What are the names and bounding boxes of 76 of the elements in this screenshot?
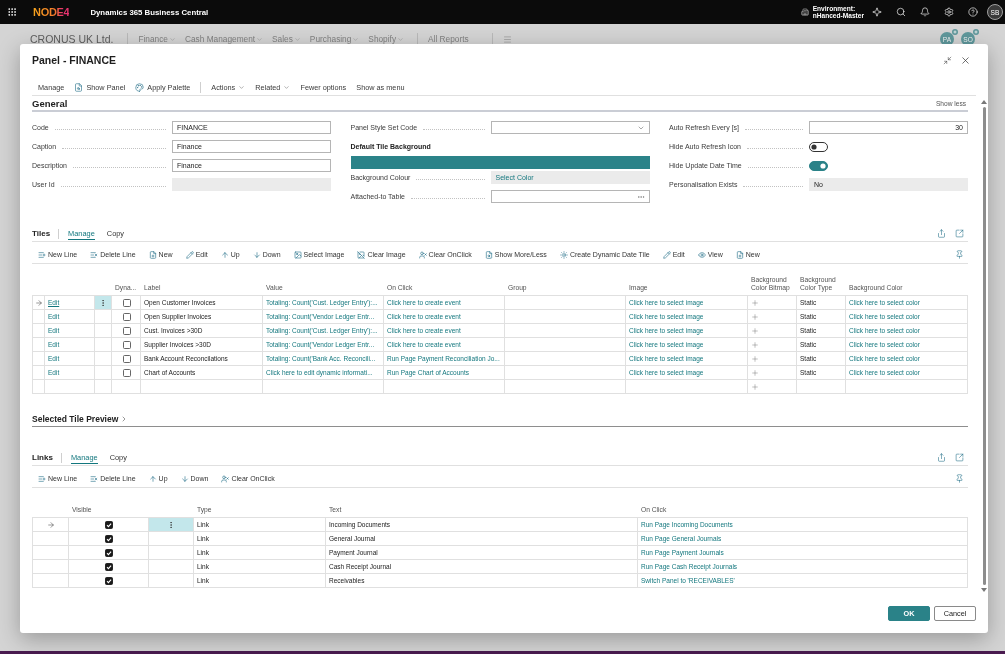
part-title: Links bbox=[32, 453, 53, 462]
checkbox[interactable] bbox=[105, 548, 113, 557]
sun-icon bbox=[559, 250, 568, 259]
checkbox[interactable] bbox=[122, 298, 131, 307]
section-heading[interactable]: Selected Tile Preview bbox=[32, 413, 119, 424]
plus-badge-icon bbox=[952, 29, 958, 35]
checkbox[interactable] bbox=[105, 534, 113, 543]
list-plus-icon bbox=[38, 474, 46, 483]
eye-icon bbox=[697, 250, 706, 259]
scroll-down-icon[interactable] bbox=[981, 588, 987, 592]
file-search-icon bbox=[484, 250, 493, 259]
checkbox[interactable] bbox=[105, 576, 113, 585]
plus-icon bbox=[751, 368, 759, 377]
user-x-icon bbox=[221, 474, 230, 483]
search-icon[interactable] bbox=[896, 7, 906, 17]
plus-icon bbox=[751, 312, 759, 321]
plus-icon bbox=[751, 326, 759, 335]
chevron-down-icon bbox=[283, 84, 291, 91]
chevron-down-icon bbox=[238, 84, 246, 91]
plus-icon bbox=[751, 382, 759, 391]
chevron-down-icon bbox=[293, 35, 301, 43]
help-icon[interactable] bbox=[968, 7, 978, 17]
sparkle-icon[interactable] bbox=[872, 7, 882, 17]
file-plus-icon bbox=[148, 250, 157, 259]
part-title: Tiles bbox=[32, 229, 51, 238]
chevron-down-icon bbox=[352, 35, 360, 43]
checkbox[interactable] bbox=[122, 312, 131, 321]
list-x-icon bbox=[90, 474, 99, 483]
checkbox[interactable] bbox=[122, 368, 131, 377]
logo: NODE4 bbox=[33, 6, 70, 18]
file-search-icon bbox=[74, 83, 84, 92]
chevron-down-icon bbox=[256, 35, 264, 43]
file-plus-icon bbox=[735, 250, 744, 259]
plus-icon bbox=[751, 354, 759, 363]
checkbox[interactable] bbox=[105, 562, 113, 571]
dots-grid-icon[interactable] bbox=[7, 7, 17, 17]
image-icon bbox=[293, 250, 302, 259]
plus-icon bbox=[751, 298, 759, 307]
chevron-down-icon bbox=[168, 35, 176, 43]
toggle-switch[interactable] bbox=[809, 160, 828, 171]
toggle-switch[interactable] bbox=[809, 141, 828, 152]
list-x-icon bbox=[90, 250, 99, 259]
arrow-right-icon bbox=[47, 520, 55, 529]
user-x-icon bbox=[418, 250, 427, 259]
arrow-right-icon bbox=[35, 298, 43, 307]
pencil-icon bbox=[185, 250, 194, 259]
plus-icon bbox=[751, 340, 759, 349]
arrow-down-icon bbox=[180, 474, 189, 483]
checkbox[interactable] bbox=[105, 520, 113, 529]
checkbox[interactable] bbox=[122, 354, 131, 363]
building-icon bbox=[800, 8, 809, 16]
list-plus-icon bbox=[38, 250, 46, 259]
minimize-icon[interactable] bbox=[943, 55, 952, 65]
bell-icon[interactable] bbox=[920, 7, 930, 17]
dialog-title: Panel - FINANCE bbox=[32, 54, 117, 66]
checkbox[interactable] bbox=[122, 340, 131, 349]
palette-icon bbox=[135, 83, 145, 92]
close-icon[interactable] bbox=[960, 54, 971, 66]
settings-icon[interactable] bbox=[944, 7, 954, 17]
image-off-icon bbox=[357, 250, 366, 259]
checkbox[interactable] bbox=[122, 326, 131, 335]
chevron-down-icon bbox=[397, 35, 405, 43]
row-menu-button[interactable] bbox=[95, 296, 111, 309]
vertical-dots-icon bbox=[99, 298, 107, 307]
pencil-icon bbox=[662, 250, 671, 259]
company-name: CRONUS UK Ltd. bbox=[30, 33, 114, 45]
arrow-up-icon bbox=[148, 474, 157, 483]
vertical-dots-icon bbox=[167, 520, 175, 529]
lookup-field[interactable] bbox=[490, 190, 650, 203]
section-title: General bbox=[32, 97, 68, 109]
arrow-up-icon bbox=[220, 250, 229, 259]
arrow-down-icon bbox=[252, 250, 261, 259]
plus-badge-icon bbox=[973, 29, 979, 35]
scrollbar-thumb[interactable] bbox=[982, 107, 986, 585]
scroll-up-icon[interactable] bbox=[981, 100, 987, 104]
dropdown-field[interactable] bbox=[490, 121, 650, 134]
